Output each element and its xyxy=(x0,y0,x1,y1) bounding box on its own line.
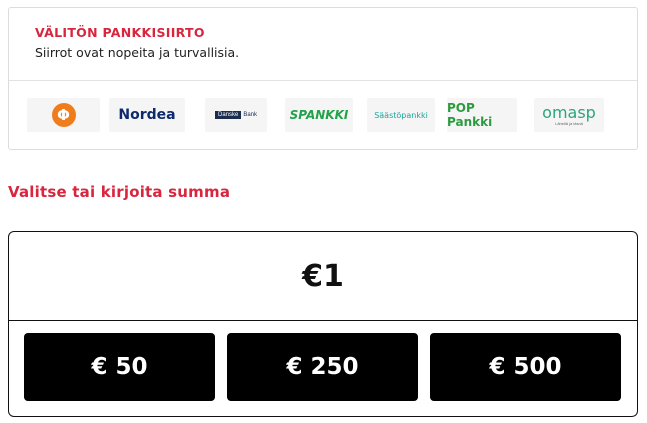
preset-250-button[interactable]: € 250 xyxy=(227,333,418,401)
danske-logo-icon: Danske Bank xyxy=(214,111,258,119)
bank-logo-omasp[interactable]: omasp Lähellä ja läsnä xyxy=(534,98,604,132)
danske-logo-text: Bank xyxy=(243,112,258,118)
danske-logo-box: Danske xyxy=(214,111,242,119)
bank-logo-spankki[interactable]: SPANKKI xyxy=(285,98,353,132)
op-logo-icon: Φ xyxy=(51,103,76,127)
nordea-logo-text: Nordea xyxy=(118,107,176,123)
amount-divider xyxy=(9,320,637,321)
pop-logo-text: POP Pankki xyxy=(447,101,493,129)
amount-input[interactable] xyxy=(9,232,637,320)
bank-logo-danske[interactable]: Danske Bank xyxy=(205,98,267,132)
omasp-logo-subtext: Lähellä ja läsnä xyxy=(555,120,583,126)
preset-50-button[interactable]: € 50 xyxy=(24,333,215,401)
amount-heading: Valitse tai kirjoita summa xyxy=(8,183,231,201)
bank-logos-row: Φ Nordea Danske Bank SPANKKI Säästöpankk… xyxy=(27,98,627,132)
saastopankki-logo-text: Säästöpankki xyxy=(374,110,428,120)
bank-transfer-title: VÄLITÖN PANKKISIIRTO xyxy=(35,25,205,40)
bank-transfer-subtitle: Siirrot ovat nopeita ja turvallisia. xyxy=(35,45,240,60)
bank-logo-saastopankki[interactable]: Säästöpankki xyxy=(367,98,435,132)
preset-500-button[interactable]: € 500 xyxy=(430,333,621,401)
card-divider xyxy=(9,80,637,81)
omasp-logo-text: omasp xyxy=(542,102,596,122)
bank-logo-pop[interactable]: POP Pankki xyxy=(447,98,517,132)
amount-selector: € 50 € 250 € 500 xyxy=(8,231,638,417)
bank-logo-op[interactable]: Φ xyxy=(27,98,100,132)
bank-logo-nordea[interactable]: Nordea xyxy=(109,98,185,132)
bank-transfer-card: VÄLITÖN PANKKISIIRTO Siirrot ovat nopeit… xyxy=(8,7,638,150)
spankki-logo-text: SPANKKI xyxy=(289,108,349,122)
